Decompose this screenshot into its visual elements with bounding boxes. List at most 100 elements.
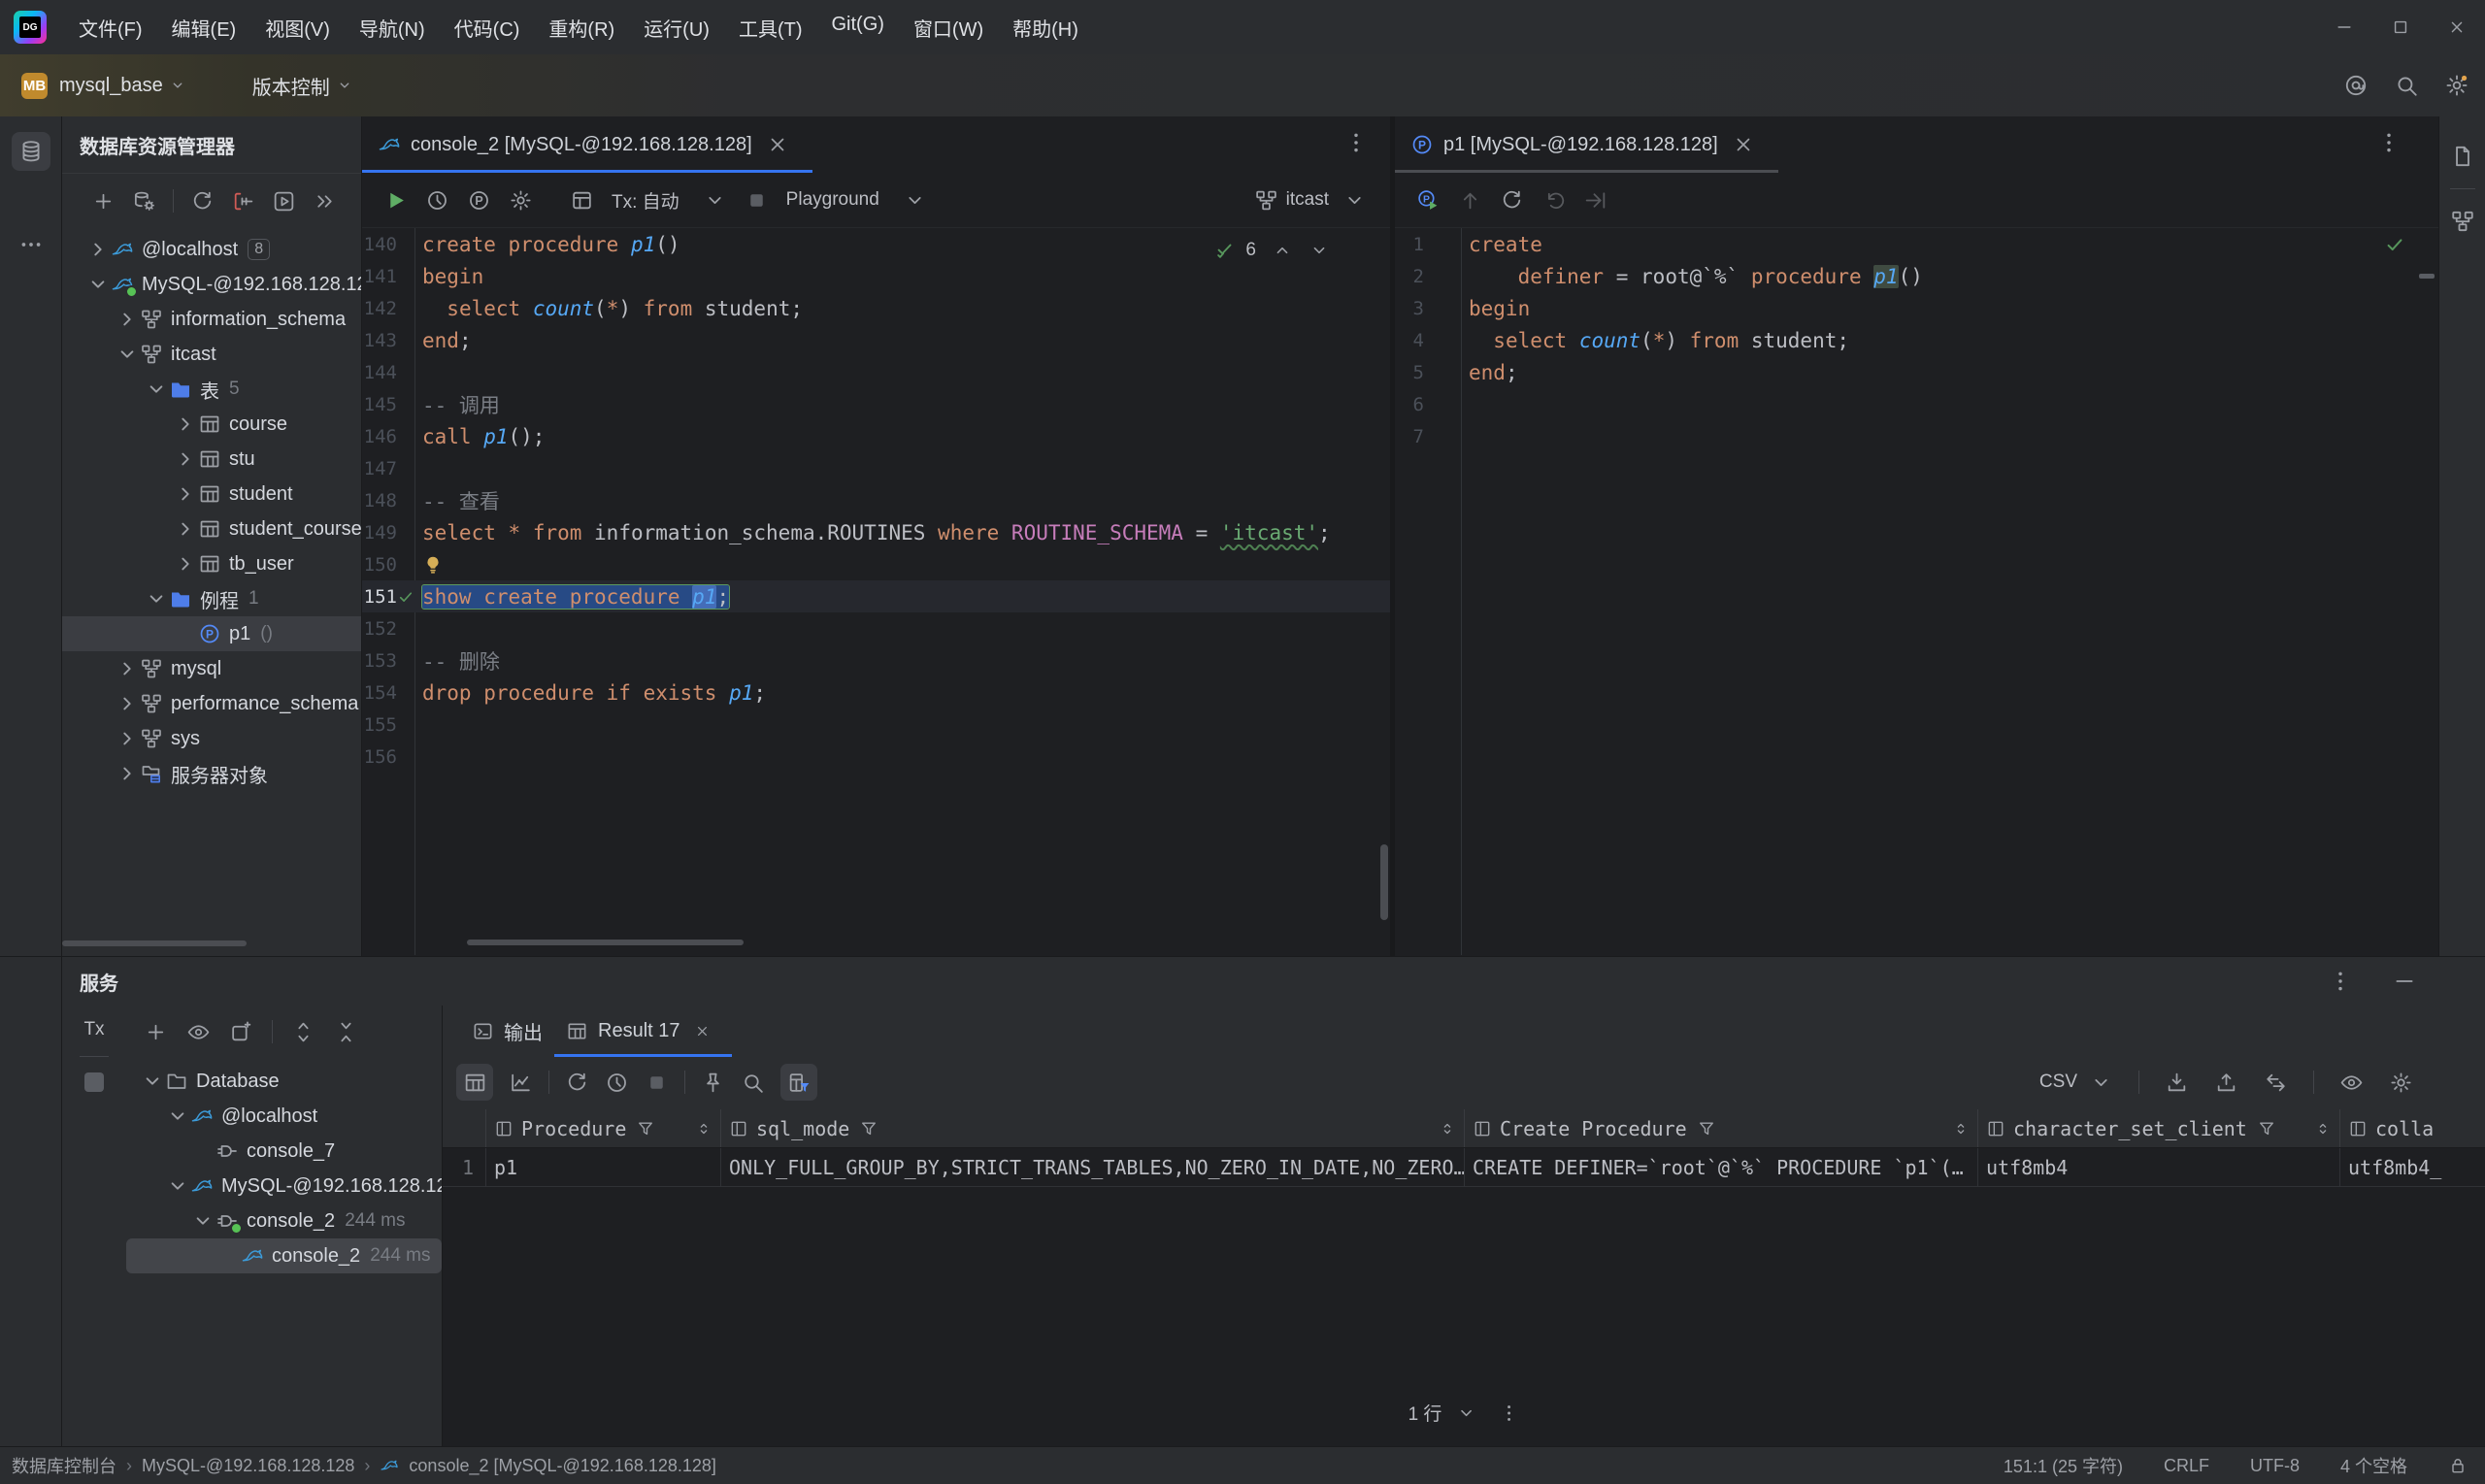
datasource-settings-button[interactable] — [132, 189, 156, 214]
menu-item-h[interactable]: 帮助(H) — [998, 6, 1093, 49]
chevron-down-icon[interactable] — [140, 1069, 165, 1094]
code-line-156[interactable]: 156 — [362, 741, 1390, 773]
grid-view-button[interactable] — [456, 1064, 493, 1101]
reload-icon[interactable] — [565, 1071, 589, 1095]
chevron-right-icon[interactable] — [173, 412, 198, 437]
chevron-right-icon[interactable] — [115, 307, 140, 332]
encoding[interactable]: UTF-8 — [2250, 1456, 2300, 1476]
code-line-144[interactable]: 144 — [362, 356, 1390, 388]
chevron-down-icon[interactable] — [1342, 188, 1367, 213]
code-line-141[interactable]: 141begin — [362, 260, 1390, 292]
caret-position[interactable]: 151:1 (25 字符) — [2004, 1453, 2123, 1478]
sort-icon[interactable] — [2314, 1120, 2332, 1138]
tree-item-item[interactable]: 表5 — [62, 372, 361, 407]
footer-kebab-icon[interactable] — [1498, 1402, 1519, 1424]
chevron-right-icon[interactable] — [115, 656, 140, 681]
code-line-5[interactable]: 5end; — [1395, 356, 2438, 388]
menu-item-e[interactable]: 编辑(E) — [157, 6, 251, 49]
settings-gear-icon[interactable] — [2444, 73, 2469, 98]
tree-item-performance-schema[interactable]: performance_schema — [62, 686, 361, 721]
code-line-6[interactable]: 6 — [1395, 388, 2438, 420]
view-options-icon[interactable] — [2339, 1071, 2364, 1095]
close-tab-icon[interactable] — [766, 133, 789, 156]
tree-item-tb-user[interactable]: tb_user — [62, 546, 361, 581]
tree-item-stu[interactable]: stu — [62, 442, 361, 477]
status-breadcrumbs[interactable]: 数据库控制台›MySQL-@192.168.128.128›console_2 … — [12, 1453, 716, 1478]
import-upload-icon[interactable] — [2214, 1071, 2238, 1095]
chevron-down-icon[interactable] — [703, 188, 727, 213]
code-line-153[interactable]: 153-- 删除 — [362, 644, 1390, 676]
history-icon[interactable] — [605, 1071, 629, 1095]
chevron-right-icon[interactable] — [85, 237, 111, 262]
results-tab-result-17[interactable]: Result 17 — [554, 1006, 732, 1057]
cell-sql-mode[interactable]: ONLY_FULL_GROUP_BY,STRICT_TRANS_TABLES,N… — [720, 1148, 1464, 1186]
cell-procedure[interactable]: p1 — [485, 1148, 720, 1186]
close-button[interactable] — [2429, 0, 2485, 54]
tab-options-kebab-icon[interactable] — [1343, 130, 1369, 155]
gear-icon[interactable] — [509, 188, 533, 213]
export-download-icon[interactable] — [2165, 1071, 2189, 1095]
column-header-create-procedure[interactable]: Create Procedure — [1464, 1109, 1977, 1147]
tree-item-console-7[interactable]: console_7 — [126, 1134, 442, 1169]
more-tool-windows-button[interactable] — [12, 225, 50, 264]
pin-tab-icon[interactable] — [701, 1071, 725, 1095]
breadcrumb-1[interactable]: MySQL-@192.168.128.128 — [142, 1456, 354, 1476]
tree-item-mysql[interactable]: mysql — [62, 651, 361, 686]
indent[interactable]: 4 个空格 — [2340, 1453, 2407, 1478]
view-options-button[interactable] — [186, 1020, 211, 1044]
vcs-widget[interactable]: 版本控制 — [241, 72, 353, 100]
tree-item-console-2[interactable]: console_2244 ms — [126, 1204, 442, 1238]
chevron-down-icon[interactable] — [165, 1104, 190, 1129]
tree-item-localhost[interactable]: @localhost — [126, 1099, 442, 1134]
transpose-icon[interactable] — [2264, 1071, 2288, 1095]
collapse-all-button[interactable] — [334, 1020, 358, 1044]
chevron-down-icon[interactable] — [903, 188, 927, 213]
menu-item-n[interactable]: 导航(N) — [345, 6, 440, 49]
code-line-152[interactable]: 152 — [362, 612, 1390, 644]
chevron-right-icon[interactable] — [173, 516, 198, 542]
code-line-151[interactable]: 151show create procedure p1; — [362, 580, 1390, 612]
schema-switcher[interactable]: itcast — [1286, 189, 1329, 211]
menu-item-f[interactable]: 文件(F) — [64, 6, 157, 49]
code-line-146[interactable]: 146call p1(); — [362, 420, 1390, 452]
find-icon[interactable] — [741, 1071, 765, 1095]
chevron-down-icon[interactable] — [85, 272, 111, 297]
chevron-right-icon[interactable] — [115, 691, 140, 716]
code-line-140[interactable]: 140create procedure p1() — [362, 228, 1390, 260]
code-line-149[interactable]: 149select * from information_schema.ROUT… — [362, 516, 1390, 548]
tx-mode-label[interactable]: Tx: 自动 — [612, 187, 679, 214]
grid-settings-icon[interactable] — [2389, 1071, 2413, 1095]
column-header-character-set-client[interactable]: character_set_client — [1977, 1109, 2339, 1147]
chevron-right-icon[interactable] — [115, 726, 140, 751]
project-badge[interactable]: MB — [21, 73, 48, 99]
menu-item-w[interactable]: 窗口(W) — [899, 6, 998, 49]
chevron-right-icon[interactable] — [115, 761, 140, 786]
horizontal-scrollbar[interactable] — [62, 940, 247, 946]
chevron-right-icon[interactable] — [173, 551, 198, 577]
menu-item-u[interactable]: 运行(U) — [629, 6, 724, 49]
chevron-right-icon[interactable] — [173, 446, 198, 472]
vertical-scrollbar[interactable] — [1380, 844, 1388, 920]
code-line-4[interactable]: 4 select count(*) from student; — [1395, 324, 2438, 356]
refresh-button[interactable] — [190, 189, 215, 214]
close-tab-icon[interactable] — [1732, 133, 1755, 156]
tab-options-kebab-icon[interactable] — [2376, 130, 2402, 155]
tree-item-mysql-192-168-128-128[interactable]: MySQL-@192.168.128.128 — [62, 267, 361, 302]
refresh-icon[interactable] — [1500, 188, 1524, 213]
maximize-button[interactable] — [2372, 0, 2429, 54]
chevron-down-icon[interactable] — [190, 1208, 215, 1234]
chevron-down-icon[interactable] — [169, 77, 186, 94]
code-line-145[interactable]: 145-- 调用 — [362, 388, 1390, 420]
tree-item-information-schema[interactable]: information_schema — [62, 302, 361, 337]
cell-colla[interactable]: utf8mb4_ — [2339, 1148, 2485, 1186]
tree-item-student[interactable]: student — [62, 477, 361, 511]
history-icon[interactable] — [425, 188, 449, 213]
menu-item-t[interactable]: 工具(T) — [724, 6, 817, 49]
tree-item-course[interactable]: course — [62, 407, 361, 442]
run-procedure-icon[interactable]: P — [1416, 188, 1441, 213]
expand-toolbar-icon[interactable] — [313, 189, 337, 214]
cell-character-set-client[interactable]: utf8mb4 — [1977, 1148, 2339, 1186]
menu-item-c[interactable]: 代码(C) — [440, 6, 535, 49]
tab-console2[interactable]: console_2 [MySQL-@192.168.128.128] — [362, 116, 812, 173]
search-icon[interactable] — [2394, 73, 2419, 98]
